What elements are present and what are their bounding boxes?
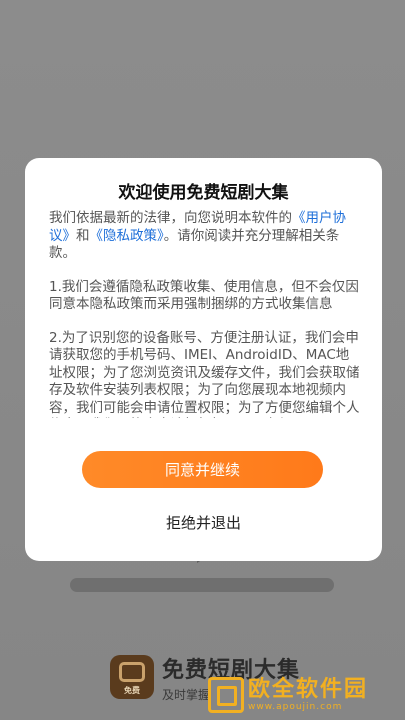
watermark-logo-icon xyxy=(208,677,244,713)
watermark-url: www.apoujin.com xyxy=(248,702,343,712)
policy-paragraph-1: 1.我们会遵循隐私政策收集、使用信息，但不会仅因同意本隐私政策而采用强制捆绑的方… xyxy=(49,278,359,313)
privacy-dialog: 欢迎使用免费短剧大集 我们依据最新的法律，向您说明本软件的《用户协议》和《隐私政… xyxy=(25,158,382,561)
dialog-body[interactable]: 我们依据最新的法律，向您说明本软件的《用户协议》和《隐私政策》。请你阅读并充分理… xyxy=(49,210,360,418)
app-logo-icon: 免费 xyxy=(110,655,154,699)
reject-button[interactable]: 拒绝并退出 xyxy=(125,508,282,536)
agree-button[interactable]: 同意并继续 xyxy=(82,451,323,488)
watermark-title: 欧全软件园 xyxy=(248,677,369,702)
privacy-policy-link[interactable]: 《隐私政策》 xyxy=(90,228,164,244)
intro-paragraph: 我们依据最新的法律，向您说明本软件的《用户协议》和《隐私政策》。请你阅读并充分理… xyxy=(49,210,360,263)
background-bar xyxy=(70,578,334,592)
policy-paragraph-2: 2.为了识别您的设备账号、方便注册认证，我们会申请获取您的手机号码、IMEI、A… xyxy=(49,329,360,419)
intro-and-text: 和 xyxy=(76,227,90,244)
watermark: 欧全软件园 www.apoujin.com xyxy=(208,672,368,718)
app-logo-label: 免费 xyxy=(124,686,140,695)
dialog-title: 欢迎使用免费短剧大集 xyxy=(118,183,289,203)
intro-text: 我们依据最新的法律，向您说明本软件的 xyxy=(49,210,292,226)
